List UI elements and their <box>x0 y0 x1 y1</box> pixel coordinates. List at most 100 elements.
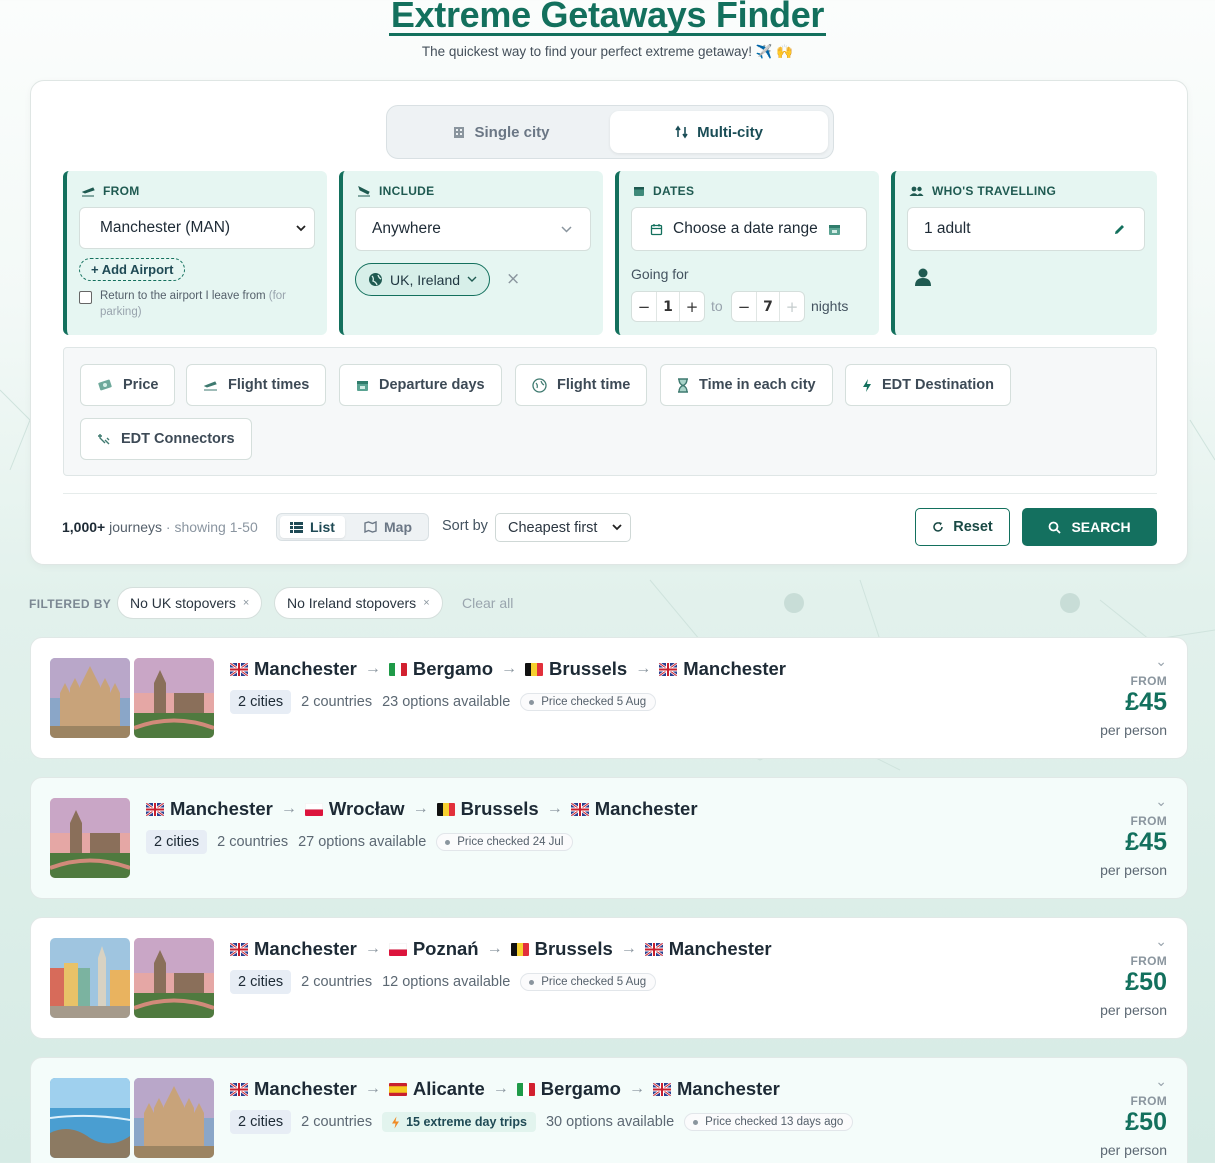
search-button[interactable]: SEARCH <box>1022 508 1157 546</box>
countries-text: 2 countries <box>301 694 373 710</box>
lightning-icon <box>863 378 871 392</box>
single-city-tab[interactable]: Single city <box>392 111 610 153</box>
date-range-picker[interactable]: Choose a date range <box>631 207 867 251</box>
sort-select[interactable]: Cheapest first <box>495 513 631 542</box>
remove-filter-icon[interactable]: × <box>243 597 249 609</box>
add-airport-button[interactable]: + Add Airport <box>79 258 186 281</box>
include-region-chip[interactable]: UK, Ireland <box>355 263 491 296</box>
uk-flag-icon <box>230 1082 248 1096</box>
options-text: 12 options available <box>382 974 511 990</box>
price-amount: £50 <box>1125 968 1167 996</box>
travellers-value: 1 adult <box>924 220 971 237</box>
route-city: Manchester <box>668 938 772 959</box>
include-panel: INCLUDE Anywhere UK, Ireland × <box>339 171 603 335</box>
max-nights-decrement[interactable]: − <box>732 292 756 321</box>
lightning-icon <box>392 1116 400 1128</box>
poland-flag-icon <box>304 802 323 816</box>
city-thumbnail <box>134 1078 214 1158</box>
from-airport-select[interactable]: Manchester (MAN) <box>79 207 315 249</box>
filter-chip[interactable]: No UK stopovers × <box>117 587 263 619</box>
route-city: Bergamo <box>540 1078 621 1099</box>
city-thumbnail <box>50 1078 130 1158</box>
spain-flag-icon <box>388 1082 407 1096</box>
return-airport-checkbox[interactable] <box>79 291 92 304</box>
cities-badge: 2 cities <box>230 1110 292 1134</box>
view-toggle: List Map <box>276 513 429 541</box>
arrow-right-icon: → <box>364 660 381 677</box>
to-label: to <box>711 298 723 314</box>
max-nights-value[interactable]: 7 <box>756 292 780 321</box>
edit-pencil-icon[interactable] <box>1113 223 1126 236</box>
list-view-tab[interactable]: List <box>280 516 345 538</box>
map-icon <box>364 521 377 533</box>
arrow-right-icon: → <box>635 660 652 677</box>
route: Manchester → Alicante → Bergamo → Mancheste… <box>230 1078 780 1100</box>
route-city: Manchester <box>254 1078 357 1099</box>
filter-chip[interactable]: No Ireland stopovers × <box>274 587 443 619</box>
results-count-journeys: journeys <box>109 519 163 535</box>
options-text: 30 options available <box>545 1114 675 1130</box>
departure-days-filter-button[interactable]: Departure days <box>339 364 502 406</box>
reset-button[interactable]: Reset <box>915 508 1010 546</box>
city-thumbnail <box>50 938 130 1018</box>
results-count-showing: · showing 1-50 <box>165 519 258 535</box>
min-nights-decrement[interactable]: − <box>632 292 656 321</box>
from-panel: FROM Manchester (MAN) + Add Airport Retu… <box>63 171 327 335</box>
include-label: INCLUDE <box>357 184 434 198</box>
chevron-down-icon[interactable]: ⌄ <box>1100 934 1167 948</box>
result-card[interactable]: Manchester → Wrocław → Brussels → Mancheste… <box>30 777 1188 899</box>
min-nights-increment[interactable]: + <box>680 292 704 321</box>
remove-filter-icon[interactable]: × <box>423 597 429 609</box>
belgium-flag-icon <box>510 942 529 956</box>
max-nights-increment[interactable]: + <box>780 292 804 321</box>
price-amount: £50 <box>1125 1108 1167 1136</box>
price-from-label: FROM <box>1130 674 1167 688</box>
clear-all-link[interactable]: Clear all <box>462 595 513 611</box>
flight-time-filter-button[interactable]: Flight time <box>515 364 648 406</box>
include-select[interactable]: Anywhere <box>355 207 591 251</box>
connector-icon <box>98 434 110 445</box>
city-thumbnail <box>134 658 214 738</box>
calendar-outline-icon <box>650 223 663 235</box>
route-city: Manchester <box>677 1078 780 1099</box>
result-card[interactable]: Manchester → Bergamo → Brussels → Mancheste… <box>30 637 1188 759</box>
price-amount: £45 <box>1125 688 1167 716</box>
remove-region-icon[interactable]: × <box>506 269 520 289</box>
return-airport-checkbox-row[interactable]: Return to the airport I leave from (for … <box>79 288 309 320</box>
poland-flag-icon <box>388 942 407 956</box>
trip-mode-toggle: Single city Multi-city <box>386 105 834 159</box>
uk-flag-icon <box>659 662 678 676</box>
arrow-right-icon: → <box>501 660 518 677</box>
route-city: Brussels <box>534 938 613 959</box>
chevron-down-icon[interactable]: ⌄ <box>1100 1074 1167 1088</box>
from-label: FROM <box>81 184 140 198</box>
hourglass-icon <box>678 377 688 393</box>
multi-city-label: Multi-city <box>697 123 763 141</box>
time-in-each-city-filter-button[interactable]: Time in each city <box>660 364 833 406</box>
per-person-label: per person <box>1100 722 1167 738</box>
dates-panel: DATES Choose a date range Going for − 1 … <box>615 171 879 335</box>
result-card[interactable]: Manchester → Alicante → Bergamo → Mancheste… <box>30 1057 1188 1163</box>
multi-city-tab[interactable]: Multi-city <box>610 111 828 153</box>
search-card: Single city Multi-city FROM Manchester (… <box>30 80 1188 565</box>
result-card[interactable]: Manchester → Poznań → Brussels → Manchester… <box>30 917 1188 1039</box>
filtered-by-label: FILTERED BY <box>29 597 112 611</box>
travellers-field[interactable]: 1 adult <box>907 207 1145 251</box>
min-nights-stepper: − 1 + <box>631 291 705 322</box>
result-meta: 2 cities 2 countries 15 extreme day trip… <box>230 1110 854 1134</box>
edt-destination-filter-button[interactable]: EDT Destination <box>845 364 1011 406</box>
chevron-down-icon <box>561 225 572 233</box>
countries-text: 2 countries <box>301 974 373 990</box>
arrow-right-icon: → <box>492 1080 509 1097</box>
edt-connectors-filter-button[interactable]: EDT Connectors <box>80 418 252 460</box>
filter-chip-label: No UK stopovers <box>130 595 236 611</box>
chevron-down-icon[interactable]: ⌄ <box>1100 794 1167 808</box>
flight-times-filter-button[interactable]: Flight times <box>186 364 327 406</box>
hero: Extreme Getaways Finder The quickest way… <box>0 0 1215 60</box>
min-nights-value[interactable]: 1 <box>656 292 680 321</box>
map-view-tab[interactable]: Map <box>354 516 422 538</box>
arrow-right-icon: → <box>364 1080 381 1097</box>
price-filter-button[interactable]: Price <box>80 364 176 406</box>
chevron-down-icon[interactable]: ⌄ <box>1100 654 1167 668</box>
route: Manchester → Wrocław → Brussels → Mancheste… <box>146 798 698 820</box>
